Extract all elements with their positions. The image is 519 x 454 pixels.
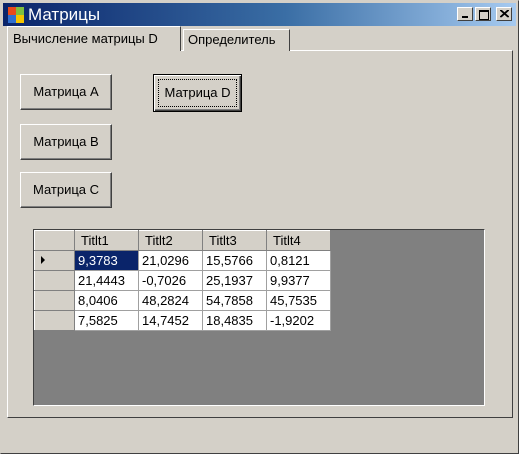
tab-compute-matrix-d[interactable]: Вычисление матрицы D (7, 26, 181, 51)
app-icon (8, 7, 24, 23)
row-header-2[interactable] (34, 270, 75, 291)
grid-cell[interactable]: 21,4443 (74, 270, 139, 291)
grid-cell[interactable]: 15,5766 (202, 250, 267, 271)
column-header-1[interactable]: Titlt1 (74, 230, 139, 251)
grid-cell[interactable]: 0,8121 (266, 250, 331, 271)
data-grid[interactable]: Titlt1 Titlt2 Titlt3 Titlt4 9,3783 21,02… (33, 229, 485, 406)
grid-cell[interactable]: 21,0296 (138, 250, 203, 271)
grid-cell[interactable]: 8,0406 (74, 290, 139, 311)
current-row-arrow-icon (41, 256, 45, 264)
close-icon[interactable] (496, 7, 512, 21)
matrix-b-button[interactable]: Матрица B (20, 124, 112, 160)
column-header-4[interactable]: Titlt4 (266, 230, 331, 251)
grid-cell[interactable]: 9,9377 (266, 270, 331, 291)
column-header-2[interactable]: Titlt2 (138, 230, 203, 251)
data-grid-table: Titlt1 Titlt2 Titlt3 Titlt4 9,3783 21,02… (34, 230, 331, 331)
tab-determinant[interactable]: Определитель (183, 29, 290, 51)
grid-corner[interactable] (34, 230, 75, 251)
grid-cell[interactable]: 18,4835 (202, 310, 267, 331)
maximize-icon[interactable] (475, 7, 491, 21)
title-bar[interactable]: Матрицы (3, 3, 516, 26)
row-header-3[interactable] (34, 290, 75, 311)
minimize-icon[interactable] (457, 7, 473, 21)
matrix-d-button[interactable]: Матрица D (153, 74, 242, 112)
table-row: 9,3783 21,0296 15,5766 0,8121 (34, 250, 331, 271)
grid-cell[interactable]: -1,9202 (266, 310, 331, 331)
focus-rectangle (158, 79, 237, 107)
matrix-a-button[interactable]: Матрица A (20, 74, 112, 110)
matrix-c-button[interactable]: Матрица C (20, 172, 112, 208)
grid-cell[interactable]: 14,7452 (138, 310, 203, 331)
grid-cell[interactable]: 25,1937 (202, 270, 267, 291)
table-row: 8,0406 48,2824 54,7858 45,7535 (34, 290, 331, 311)
grid-cell[interactable]: 9,3783 (74, 250, 139, 271)
window-title: Матрицы (28, 5, 101, 24)
grid-cell[interactable]: -0,7026 (138, 270, 203, 291)
table-row: 7,5825 14,7452 18,4835 -1,9202 (34, 310, 331, 331)
main-window: Матрицы Вычисление матрицы D Определител… (0, 0, 519, 454)
row-header-1[interactable] (34, 250, 75, 271)
grid-cell[interactable]: 45,7535 (266, 290, 331, 311)
column-header-3[interactable]: Titlt3 (202, 230, 267, 251)
row-header-4[interactable] (34, 310, 75, 331)
table-row: 21,4443 -0,7026 25,1937 9,9377 (34, 270, 331, 291)
grid-cell[interactable]: 48,2824 (138, 290, 203, 311)
grid-cell[interactable]: 7,5825 (74, 310, 139, 331)
header-row: Titlt1 Titlt2 Titlt3 Titlt4 (34, 230, 331, 251)
grid-cell[interactable]: 54,7858 (202, 290, 267, 311)
